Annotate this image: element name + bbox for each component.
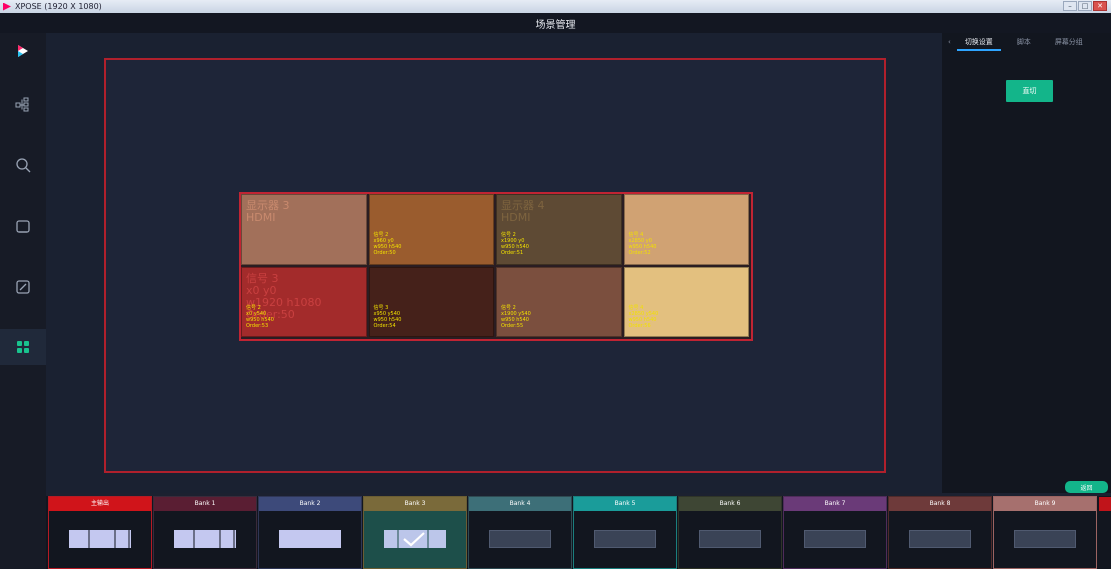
right-panel: ‹ 切换设置 脚本 屏幕分组 直切: [942, 33, 1111, 493]
tab-screen-group[interactable]: 屏幕分组: [1047, 33, 1091, 51]
bank-thumbnail: [174, 530, 236, 548]
tile-label-small: 信号 3 x950 y540 w950 h540 Order:54: [373, 304, 402, 329]
bank-thumbnail: [594, 530, 656, 548]
bank-thumbnail: [279, 530, 341, 548]
bank-label: Bank 3: [364, 497, 466, 511]
bank-item[interactable]: Bank 8: [888, 496, 992, 569]
bank-label: Bank 1: [154, 497, 256, 511]
tile-label-small: 信号 2 x0 y540 w950 h540 Order:53: [246, 304, 274, 329]
bank-label: Bank 2: [259, 497, 361, 511]
bank-thumbnail: [909, 530, 971, 548]
bank-label: Bank 5: [574, 497, 676, 511]
minimize-button[interactable]: –: [1063, 1, 1077, 11]
sidebar-item-scenes[interactable]: [0, 329, 46, 365]
bank-item[interactable]: Bank 6: [678, 496, 782, 569]
bank-item[interactable]: Bank 3: [363, 496, 467, 569]
bank-label: Bank 6: [679, 497, 781, 511]
bank-item[interactable]: Bank 2: [258, 496, 362, 569]
tile-label-small: 信号 2 x960 y0 w950 h540 Order:50: [373, 232, 402, 256]
app-logo-icon: [3, 2, 11, 11]
split-layout-icon: [88, 530, 130, 548]
play-logo-icon: [18, 45, 28, 57]
bank-label: Bank 4: [469, 497, 571, 511]
collapse-panel-icon[interactable]: ‹: [942, 33, 957, 51]
bank-label: Bank 9: [994, 497, 1096, 511]
bank-thumbnail: [69, 530, 131, 548]
screen-tile[interactable]: 显示器 3 HDMI: [241, 194, 367, 265]
tab-script[interactable]: 脚本: [1009, 33, 1039, 51]
tile-label-large: 显示器 4 HDMI: [501, 199, 545, 224]
app-header: 场景管理: [0, 13, 1111, 33]
window-controls: – □ ✕: [1063, 1, 1107, 11]
tile-label-small: 信号 4 x2850 y540 w950 h540 Order:56: [628, 304, 659, 329]
bank-item[interactable]: 主输出: [48, 496, 152, 569]
screen-tile[interactable]: 信号 4 x2850 y0 w950 h540 Order:52: [623, 194, 749, 265]
tab-switch-settings[interactable]: 切换设置: [956, 33, 1001, 51]
bank-thumbnail: [1014, 530, 1076, 548]
tile-label-large: 显示器 3 HDMI: [246, 199, 290, 224]
screen-tile[interactable]: 信号 2 x1900 y540 w950 h540 Order:55: [496, 266, 622, 337]
sidebar-item-edit[interactable]: [0, 269, 46, 305]
bank-bar: 主输出 Bank 1 Bank 2 Bank 3 Bank 4 Bank 5 Bank 6B…: [46, 496, 1111, 569]
bank-item[interactable]: Bank 1: [153, 496, 257, 569]
screen-tile[interactable]: 信号 3 x0 y0 w1920 h1080 Order:50 信号 2 x0 y…: [241, 266, 367, 337]
screen-tile[interactable]: 信号 3 x950 y540 w950 h540 Order:54: [368, 266, 494, 337]
check-icon: [384, 530, 446, 548]
bank-item[interactable]: Bank 9: [993, 496, 1097, 569]
sidebar-item-monitor[interactable]: [0, 209, 46, 245]
search-icon: [16, 158, 31, 173]
restore-button[interactable]: □: [1078, 1, 1092, 11]
bank-label: Bank 7: [784, 497, 886, 511]
tile-label-small: 信号 4 x2850 y0 w950 h540 Order:52: [628, 232, 657, 256]
bank-thumbnail: [489, 530, 551, 548]
tile-label-small: 信号 2 x1900 y0 w950 h540 Order:51: [501, 232, 529, 256]
sidebar-item-topology[interactable]: [0, 87, 46, 123]
close-button[interactable]: ✕: [1093, 1, 1107, 11]
edit-icon: [16, 280, 30, 294]
bank-thumbnail: [699, 530, 761, 548]
window-title: XPOSE (1920 X 1080): [15, 2, 102, 11]
sidebar: [0, 33, 46, 569]
right-panel-tabs: ‹ 切换设置 脚本 屏幕分组: [942, 33, 1111, 51]
sidebar-item-home[interactable]: [0, 33, 46, 69]
sidebar-item-search[interactable]: [0, 147, 46, 183]
screen-tile[interactable]: 信号 4 x2850 y540 w950 h540 Order:56: [623, 266, 749, 337]
bank-scroll-indicator[interactable]: [1099, 497, 1111, 511]
window-titlebar: XPOSE (1920 X 1080) – □ ✕: [0, 0, 1111, 13]
back-button[interactable]: 返回: [1065, 481, 1108, 493]
screen-tile[interactable]: 显示器 4 HDMI 信号 2 x1900 y0 w950 h540 Order:…: [496, 194, 622, 265]
bank-item[interactable]: Bank 5: [573, 496, 677, 569]
screen-layout[interactable]: 显示器 3 HDMI 信号 2 x960 y0 w950 h540 Order:5…: [239, 192, 753, 341]
bank-item[interactable]: Bank 4: [468, 496, 572, 569]
bank-label: 主输出: [49, 497, 151, 511]
screen-tile[interactable]: 信号 2 x960 y0 w950 h540 Order:50: [368, 194, 494, 265]
bank-item[interactable]: Bank 7: [783, 496, 887, 569]
page-title: 场景管理: [535, 20, 576, 31]
tile-label-small: 信号 2 x1900 y540 w950 h540 Order:55: [501, 304, 531, 329]
topology-icon: [15, 97, 29, 112]
grid-icon: [17, 341, 29, 353]
bank-thumbnail: [384, 530, 446, 548]
cut-button[interactable]: 直切: [1006, 80, 1053, 102]
split-layout-icon: [193, 530, 235, 548]
bank-label: Bank 8: [889, 497, 991, 511]
bank-thumbnail: [804, 530, 866, 548]
monitor-icon: [16, 220, 30, 233]
